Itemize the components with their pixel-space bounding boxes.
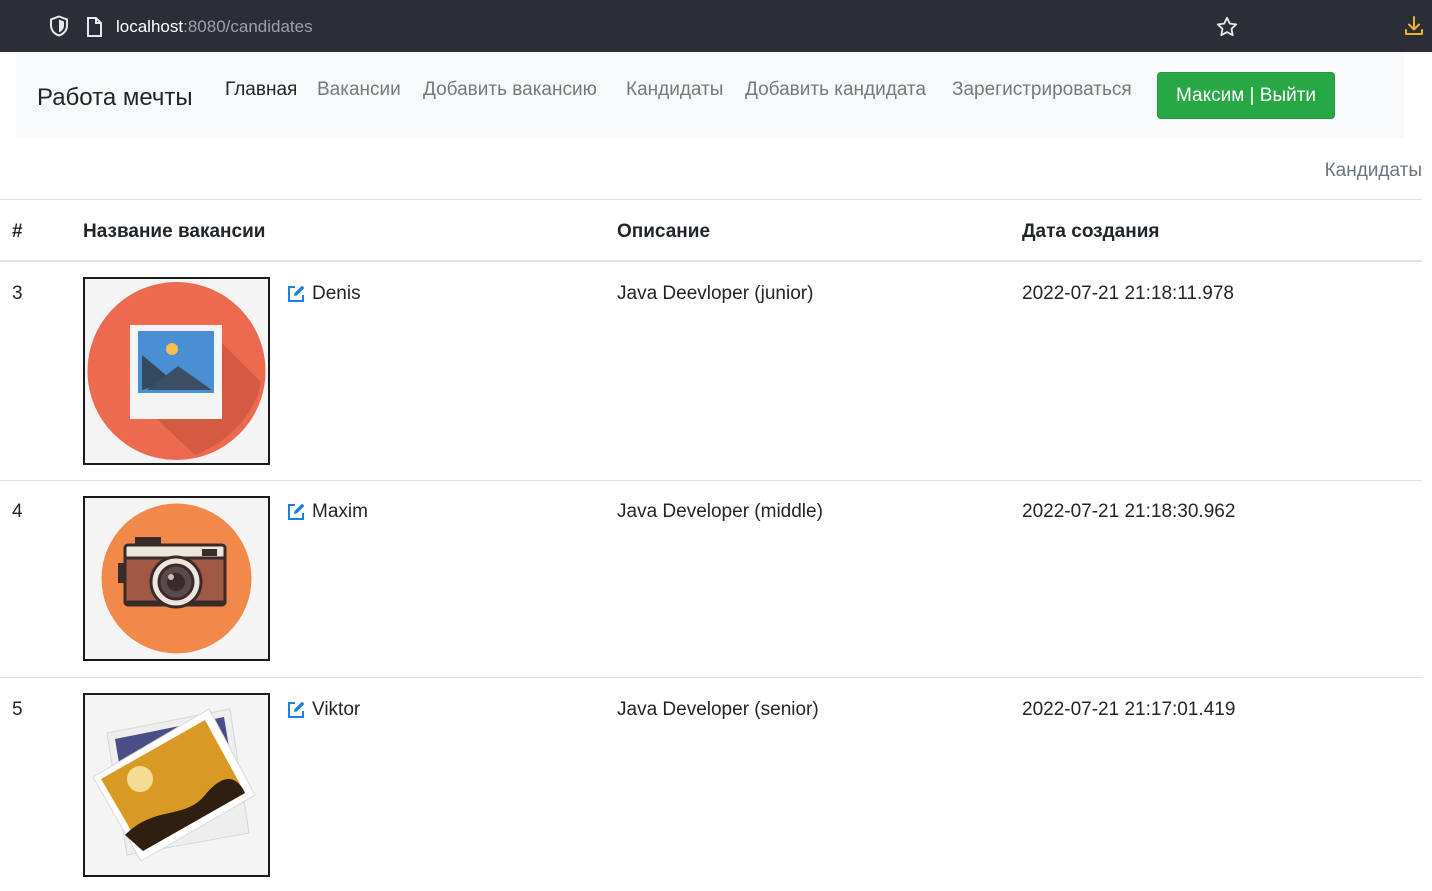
candidate-name: Viktor (312, 699, 361, 720)
shield-icon[interactable] (48, 15, 70, 37)
url-path: :8080/candidates (183, 17, 313, 36)
nav-link-home[interactable]: Главная (225, 78, 297, 102)
candidate-name-link[interactable]: Denis (286, 282, 361, 306)
row-created-date: 2022-07-21 21:17:01.419 (1022, 699, 1236, 720)
column-header-description: Описание (617, 221, 711, 242)
row-description: Java Deevloper (junior) (617, 283, 814, 304)
picture-icon (85, 279, 268, 463)
row-created-date: 2022-07-21 21:18:30.962 (1022, 501, 1236, 522)
section-title: Кандидаты (1324, 160, 1422, 181)
page-icon (84, 16, 104, 38)
photos-icon (85, 695, 268, 875)
user-logout-button[interactable]: Максим | Выйти (1157, 72, 1335, 119)
candidate-photo (83, 693, 270, 877)
browser-toolbar: localhost:8080/candidates (0, 0, 1432, 52)
candidate-name: Maxim (312, 501, 368, 522)
candidate-name: Denis (312, 283, 361, 304)
row-id: 5 (12, 699, 23, 720)
candidate-name-link[interactable]: Maxim (286, 500, 368, 524)
url-host: localhost (116, 17, 184, 36)
download-icon[interactable] (1402, 14, 1426, 38)
row-id: 3 (12, 283, 23, 304)
column-header-date: Дата создания (1022, 221, 1160, 242)
column-header-title: Название вакансии (83, 221, 266, 242)
column-header-number: # (12, 221, 23, 242)
row-divider (0, 480, 1422, 481)
nav-link-vacancies[interactable]: Вакансии (317, 78, 401, 102)
bookmark-star-icon[interactable] (1215, 15, 1239, 39)
row-created-date: 2022-07-21 21:18:11.978 (1022, 283, 1234, 304)
edit-icon[interactable] (286, 502, 306, 522)
table-top-border (0, 199, 1422, 200)
edit-icon[interactable] (286, 284, 306, 304)
candidate-photo (83, 496, 270, 661)
nav-link-add-vacancy[interactable]: Добавить вакансию (423, 78, 597, 102)
brand-title[interactable]: Работа мечты (37, 83, 193, 113)
row-description: Java Developer (senior) (617, 699, 819, 720)
url-bar[interactable]: localhost:8080/candidates (116, 16, 313, 38)
main-navbar: Работа мечты Главная Вакансии Добавить в… (16, 52, 1404, 138)
row-divider (0, 677, 1422, 678)
candidate-name-link[interactable]: Viktor (286, 698, 360, 722)
nav-link-candidates[interactable]: Кандидаты (626, 78, 723, 102)
table-header-border (0, 260, 1422, 262)
camera-icon (85, 498, 268, 659)
nav-link-register[interactable]: Зарегистрироваться (952, 78, 1132, 102)
row-description: Java Developer (middle) (617, 501, 823, 522)
nav-link-add-candidate[interactable]: Добавить кандидата (745, 78, 926, 102)
row-id: 4 (12, 501, 23, 522)
edit-icon[interactable] (286, 700, 306, 720)
candidate-photo (83, 277, 270, 465)
